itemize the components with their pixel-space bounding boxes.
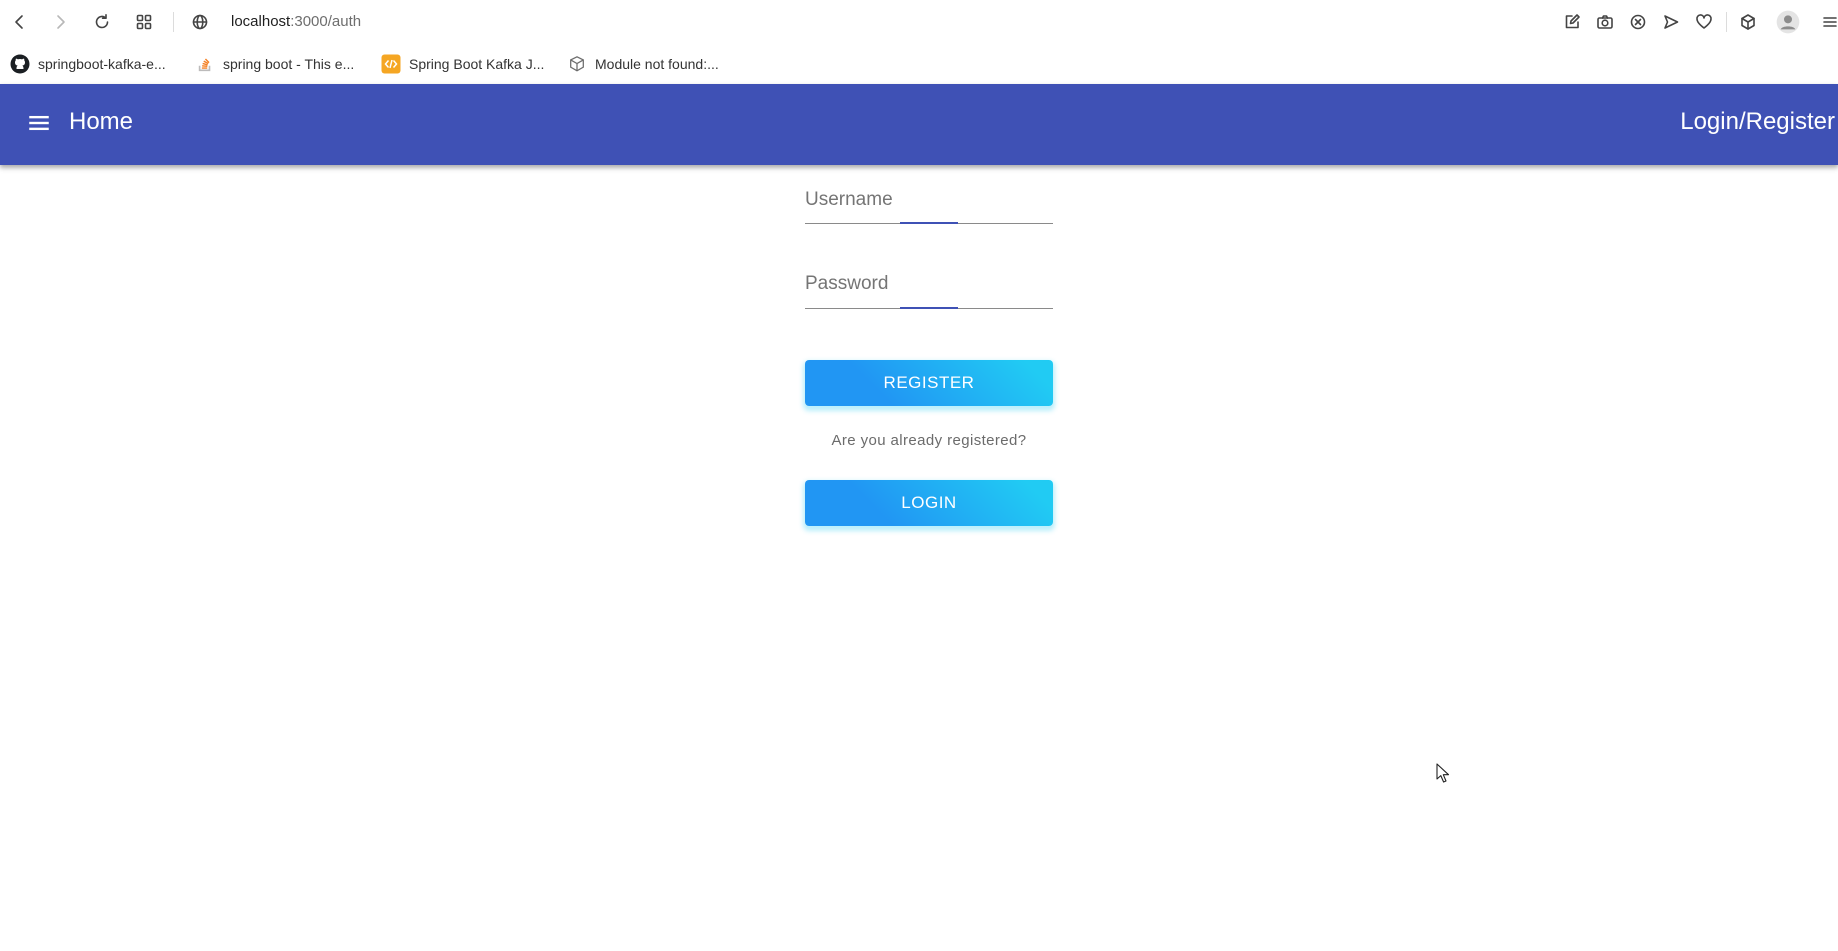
username-field[interactable]: Username [805,184,1053,246]
bookmark-label: springboot-kafka-e... [38,56,166,72]
address-bar[interactable]: localhost:3000/auth [231,13,361,30]
toolbar-divider-right [1726,12,1727,32]
grid-icon [136,14,152,30]
globe-icon [192,14,208,30]
url-path: :3000/auth [290,13,362,30]
password-input[interactable] [805,276,1053,310]
favorite-button[interactable] [1690,8,1718,36]
send-icon [1664,15,1679,29]
github-icon [10,54,30,74]
tab-grid-button[interactable] [130,8,158,36]
username-focus-indicator [900,222,958,224]
heart-icon [1696,14,1712,29]
reload-button[interactable] [88,8,116,36]
username-input[interactable] [805,184,1053,218]
back-button[interactable] [6,8,34,36]
bookmark-item[interactable]: Module not found:... [567,53,719,75]
extensions-button[interactable] [1734,8,1762,36]
bookmark-item[interactable]: spring boot - This e... [195,53,354,75]
module-icon [567,54,587,74]
site-info-button[interactable] [186,8,214,36]
toolbar-divider [173,12,174,32]
edit-button[interactable] [1558,8,1586,36]
toolbar-actions [1558,8,1838,36]
close-circle-icon [1630,14,1646,30]
login-register-link[interactable]: Login/Register [1680,108,1835,136]
bookmark-item[interactable]: Spring Boot Kafka J... [381,53,544,75]
url-host: localhost [231,13,291,30]
bookmark-label: Module not found:... [595,56,719,72]
bookmark-label: spring boot - This e... [223,56,355,72]
bookmark-label: Spring Boot Kafka J... [409,56,545,72]
already-registered-text: Are you already registered? [831,432,1027,449]
forward-button[interactable] [46,8,74,36]
app-bar: Home Login/Register [0,84,1838,165]
code-icon [381,54,401,74]
camera-icon [1597,15,1613,29]
login-button[interactable]: LOGIN [805,480,1053,526]
avatar-icon [1776,10,1800,34]
stackoverflow-icon [195,54,215,74]
hamburger-menu-icon [29,115,49,131]
password-field[interactable]: Password [805,273,1053,346]
app-title[interactable]: Home [69,108,133,136]
browser-toolbar: localhost:3000/auth [0,0,1838,44]
send-button[interactable] [1657,8,1685,36]
bookmarks-bar: springboot-kafka-e... spring boot - This… [0,44,1838,84]
screenshot-button[interactable] [1591,8,1619,36]
menu-overflow-button[interactable] [1816,8,1838,36]
menu-button[interactable] [22,106,56,140]
sliders-icon [1823,17,1837,27]
back-arrow-icon [15,15,23,29]
password-focus-indicator [900,307,958,309]
forward-arrow-icon [57,15,65,29]
profile-button[interactable] [1774,8,1802,36]
reload-icon [95,14,109,29]
auth-form: Username Password [805,165,1053,346]
register-button[interactable]: REGISTER [805,360,1053,406]
mouse-pointer-icon [1436,763,1450,783]
edit-icon [1565,14,1580,29]
cube-icon [1741,14,1755,30]
block-button[interactable] [1624,8,1652,36]
bookmark-item[interactable]: springboot-kafka-e... [10,53,166,75]
